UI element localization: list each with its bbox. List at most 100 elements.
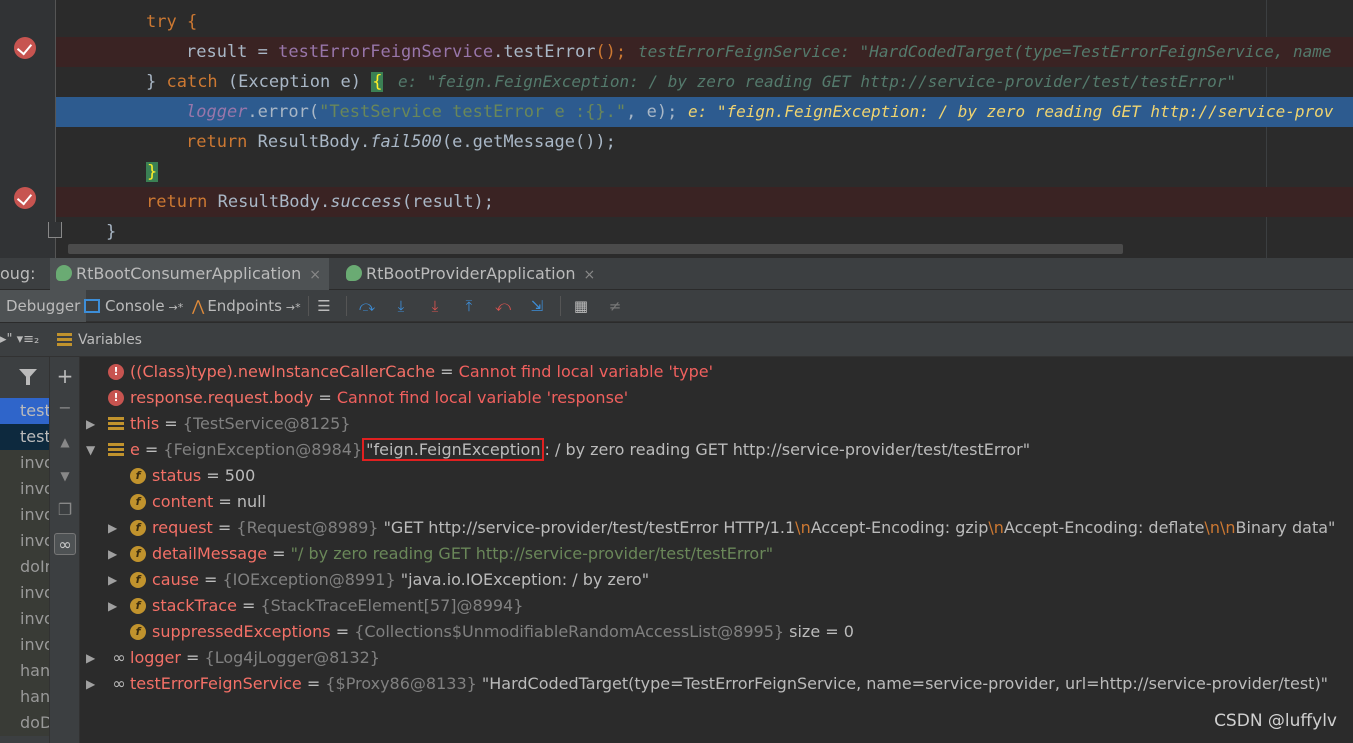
frame-item[interactable]: invo (0, 450, 49, 476)
frame-item[interactable]: invo (0, 632, 49, 658)
breakpoint-line[interactable]: return ResultBody.success(result); (56, 187, 1353, 217)
add-watch-icon[interactable]: + (54, 365, 76, 387)
current-execution-line[interactable]: logger.error("TestService testError e :{… (56, 97, 1353, 127)
field-icon: f (130, 546, 146, 562)
expand-arrow-icon[interactable]: ▶ (86, 411, 98, 437)
expand-arrow-icon[interactable]: ▶ (108, 593, 120, 619)
editor-gutter[interactable] (0, 0, 62, 258)
object-icon (108, 442, 124, 458)
variable-row[interactable]: ▶ this = {TestService@8125} (80, 411, 1353, 437)
variable-row[interactable]: ▶ f detailMessage = "/ by zero reading GET… (80, 541, 1353, 567)
code-text: return ResultBody.success(result); (146, 187, 494, 217)
variable-row[interactable]: ▶ f request = {Request@8989} "GET http://s… (80, 515, 1353, 541)
collapse-arrow-icon[interactable]: ▼ (86, 437, 98, 463)
frame-item[interactable]: invo (0, 528, 49, 554)
expand-arrow-icon[interactable]: ▶ (108, 567, 120, 593)
variables-tree[interactable]: ! ((Class)type).newInstanceCallerCache = … (80, 357, 1353, 743)
frame-item[interactable]: invo (0, 476, 49, 502)
frame-item[interactable]: han (0, 658, 49, 684)
step-out-icon[interactable]: ⤒ (460, 297, 478, 315)
separator (560, 296, 561, 316)
frame-item[interactable]: invo (0, 502, 49, 528)
object-reference: {StackTraceElement[57]@8994} (260, 596, 524, 615)
variable-row[interactable]: ! response.request.body = Cannot find loc… (80, 385, 1353, 411)
frame-item[interactable]: invo (0, 606, 49, 632)
code-token: = (247, 42, 279, 62)
tab-label: RtBootConsumerApplication (76, 264, 302, 283)
code-line[interactable]: } catch (Exception e) {e: "feign.FeignEx… (56, 67, 1353, 97)
variable-row[interactable]: f suppressedExceptions = {Collections$Unm… (80, 619, 1353, 645)
frame-item[interactable]: han (0, 684, 49, 710)
pin-icon[interactable]: →* (169, 301, 184, 314)
expand-arrow-icon[interactable]: ▶ (108, 541, 120, 567)
object-icon (108, 416, 124, 432)
variable-value: Accept-Encoding: deflate (1003, 518, 1205, 537)
tab-console[interactable]: Console →* (84, 290, 183, 322)
code-token: (e.getMessage()); (441, 132, 616, 152)
close-icon[interactable]: × (309, 267, 321, 283)
tab-consumer-application[interactable]: RtBootConsumerApplication × (50, 258, 329, 290)
expand-arrow-icon[interactable]: ▶ (86, 671, 98, 697)
duplicate-icon[interactable]: ❐ (54, 499, 76, 521)
endpoints-label: Endpoints (207, 297, 282, 315)
equals-sign: = (180, 648, 205, 667)
error-message: Cannot find local variable 'response' (336, 388, 629, 407)
code-text: try { (146, 7, 197, 37)
frame-item[interactable]: doIn (0, 554, 49, 580)
object-reference: {Log4jLogger@8132} (204, 648, 380, 667)
code-token: ResultBody. (247, 132, 371, 152)
breakpoint-line[interactable]: result = testErrorFeignService.testError… (56, 37, 1353, 67)
code-token: .error( (247, 102, 320, 122)
show-watches-icon[interactable]: ∞ (54, 533, 76, 555)
close-icon[interactable]: × (584, 267, 596, 283)
expand-arrow-icon[interactable]: ▶ (108, 515, 120, 541)
frame-item[interactable]: doD (0, 710, 49, 736)
breakpoint-icon[interactable] (14, 187, 36, 209)
escape-sequence: \n (795, 518, 811, 537)
force-step-into-icon[interactable]: ⤓ (426, 297, 444, 315)
trace-icon[interactable]: ≠ (606, 297, 624, 315)
frame-item[interactable]: invo (0, 580, 49, 606)
pin-icon[interactable]: →* (286, 301, 301, 314)
code-line[interactable]: return ResultBody.fail500(e.getMessage()… (56, 127, 1353, 157)
code-line[interactable]: } (56, 157, 1353, 187)
horizontal-scrollbar[interactable] (68, 244, 1123, 254)
frames-panel[interactable]: testtestinvoinvoinvoinvodoIninvoinvoinvo… (0, 357, 50, 743)
variable-text: suppressedExceptions = {Collections$Unmo… (152, 619, 854, 645)
tab-label: RtBootProviderApplication (366, 264, 576, 283)
variable-row[interactable]: ▶ f stackTrace = {StackTraceElement[57]@89… (80, 593, 1353, 619)
variable-row[interactable]: ! ((Class)type).newInstanceCallerCache = … (80, 359, 1353, 385)
drop-frame-icon[interactable]: ⤺ (494, 297, 512, 315)
step-into-icon[interactable]: ⤓ (392, 297, 410, 315)
console-icon (84, 299, 100, 313)
tab-endpoints[interactable]: ⋀ Endpoints →* (192, 290, 301, 322)
variable-row[interactable]: f status = 500 (80, 463, 1353, 489)
step-over-icon[interactable]: ⤼ (358, 297, 376, 315)
variable-row[interactable]: ▶ ∞ logger = {Log4jLogger@8132} (80, 645, 1353, 671)
breakpoint-icon[interactable] (14, 37, 36, 59)
variables-side-toolbar: + − ▲ ▼ ❐ ∞ (50, 357, 80, 743)
variable-row[interactable]: f content = null (80, 489, 1353, 515)
code-line[interactable]: } (56, 217, 1353, 247)
variable-value: Binary data" (1235, 518, 1336, 537)
frame-item[interactable]: test (0, 398, 49, 424)
code-editor[interactable]: try {result = testErrorFeignService.test… (0, 0, 1353, 258)
equals-sign: = (198, 570, 223, 589)
variable-row[interactable]: ▶ f cause = {IOException@8991} "java.io.IO… (80, 567, 1353, 593)
expand-arrow-icon[interactable]: ▶ (86, 645, 98, 671)
move-up-icon[interactable]: ▲ (54, 431, 76, 453)
variable-row[interactable]: ▶ ∞ testErrorFeignService = {$Proxy86@8133… (80, 671, 1353, 697)
move-down-icon[interactable]: ▼ (54, 465, 76, 487)
frames-header[interactable]: ▸" ▾≡₂ (0, 323, 50, 357)
menu-icon[interactable]: ☰ (315, 297, 333, 315)
code-line[interactable]: try { (56, 7, 1353, 37)
equals-sign: = (301, 674, 326, 693)
frame-item[interactable]: test (0, 424, 49, 450)
variable-row[interactable]: ▼ e = {FeignException@8984} "feign.FeignEx… (80, 437, 1353, 463)
evaluate-expression-icon[interactable]: ▦ (572, 297, 590, 315)
run-to-cursor-icon[interactable]: ⇲ (528, 297, 546, 315)
variable-name: testErrorFeignService (130, 674, 302, 693)
tab-debugger[interactable]: Debugger (0, 290, 87, 322)
remove-watch-icon[interactable]: − (54, 397, 76, 419)
tab-provider-application[interactable]: RtBootProviderApplication × (340, 258, 603, 290)
